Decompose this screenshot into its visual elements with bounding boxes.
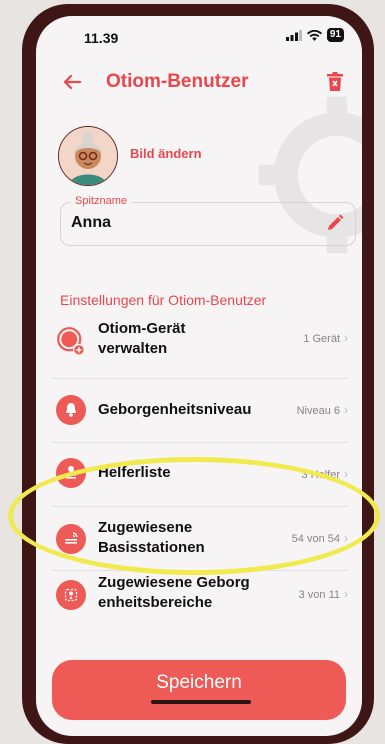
- back-arrow-icon[interactable]: [60, 70, 84, 94]
- wifi-icon: [306, 29, 322, 41]
- status-time: 11.39: [84, 30, 119, 46]
- settings-row-safety-areas[interactable]: Zugewiesene Geborg enheitsbereiche 3 von…: [36, 570, 362, 634]
- app-screen: 11.39 91 Otiom-Benutzer Bild ändern Spit…: [36, 16, 362, 736]
- bell-icon: [56, 395, 86, 425]
- row-label-line1: Zugewiesene Geborg: [98, 574, 250, 591]
- signal-icon: [285, 29, 302, 41]
- status-icons: 91: [285, 28, 344, 42]
- settings-row-device[interactable]: Otiom-Gerät verwalten 1 Gerät ›: [36, 316, 362, 378]
- change-picture-link[interactable]: Bild ändern: [130, 146, 202, 161]
- nickname-field[interactable]: Spitzname Anna: [60, 195, 356, 246]
- map-area-icon: [56, 580, 86, 610]
- pencil-icon[interactable]: [325, 213, 345, 233]
- row-value: 1 Gerät ›: [303, 331, 348, 345]
- save-button-label: Speichern: [156, 672, 242, 693]
- trash-icon[interactable]: [326, 72, 344, 92]
- battery-level: 91: [326, 28, 344, 42]
- device-record-icon: [56, 326, 86, 356]
- row-label-line2: verwalten: [98, 340, 168, 357]
- row-label-line1: Geborgenheitsniveau: [98, 401, 252, 418]
- chevron-right-icon: ›: [344, 403, 348, 417]
- chevron-right-icon: ›: [344, 331, 348, 345]
- save-button[interactable]: Speichern: [52, 660, 346, 720]
- grandmother-avatar-icon: [59, 127, 117, 185]
- row-value: 3 von 11 ›: [299, 587, 348, 601]
- home-indicator: [151, 700, 251, 704]
- row-label-line1: Otiom-Gerät: [98, 320, 186, 337]
- section-title: Einstellungen für Otiom-Benutzer: [60, 292, 267, 308]
- settings-row-safety-level[interactable]: Geborgenheitsniveau Niveau 6 ›: [36, 378, 362, 442]
- row-value-text: 3 von 11: [298, 589, 340, 601]
- nickname-label: Spitzname: [71, 195, 131, 207]
- row-value-text: 1 Gerät: [303, 333, 340, 345]
- row-value-text: Niveau 6: [296, 405, 340, 417]
- page-title: Otiom-Benutzer: [106, 71, 249, 92]
- row-label-line2: enheitsbereiche: [98, 594, 213, 611]
- chevron-right-icon: ›: [344, 587, 348, 601]
- row-value: Niveau 6 ›: [297, 403, 348, 417]
- status-bar: 11.39 91: [36, 16, 362, 60]
- chevron-right-icon: ›: [344, 467, 348, 481]
- highlight-annotation: [8, 457, 380, 575]
- nickname-input[interactable]: Anna: [71, 214, 111, 232]
- avatar[interactable]: [58, 126, 118, 186]
